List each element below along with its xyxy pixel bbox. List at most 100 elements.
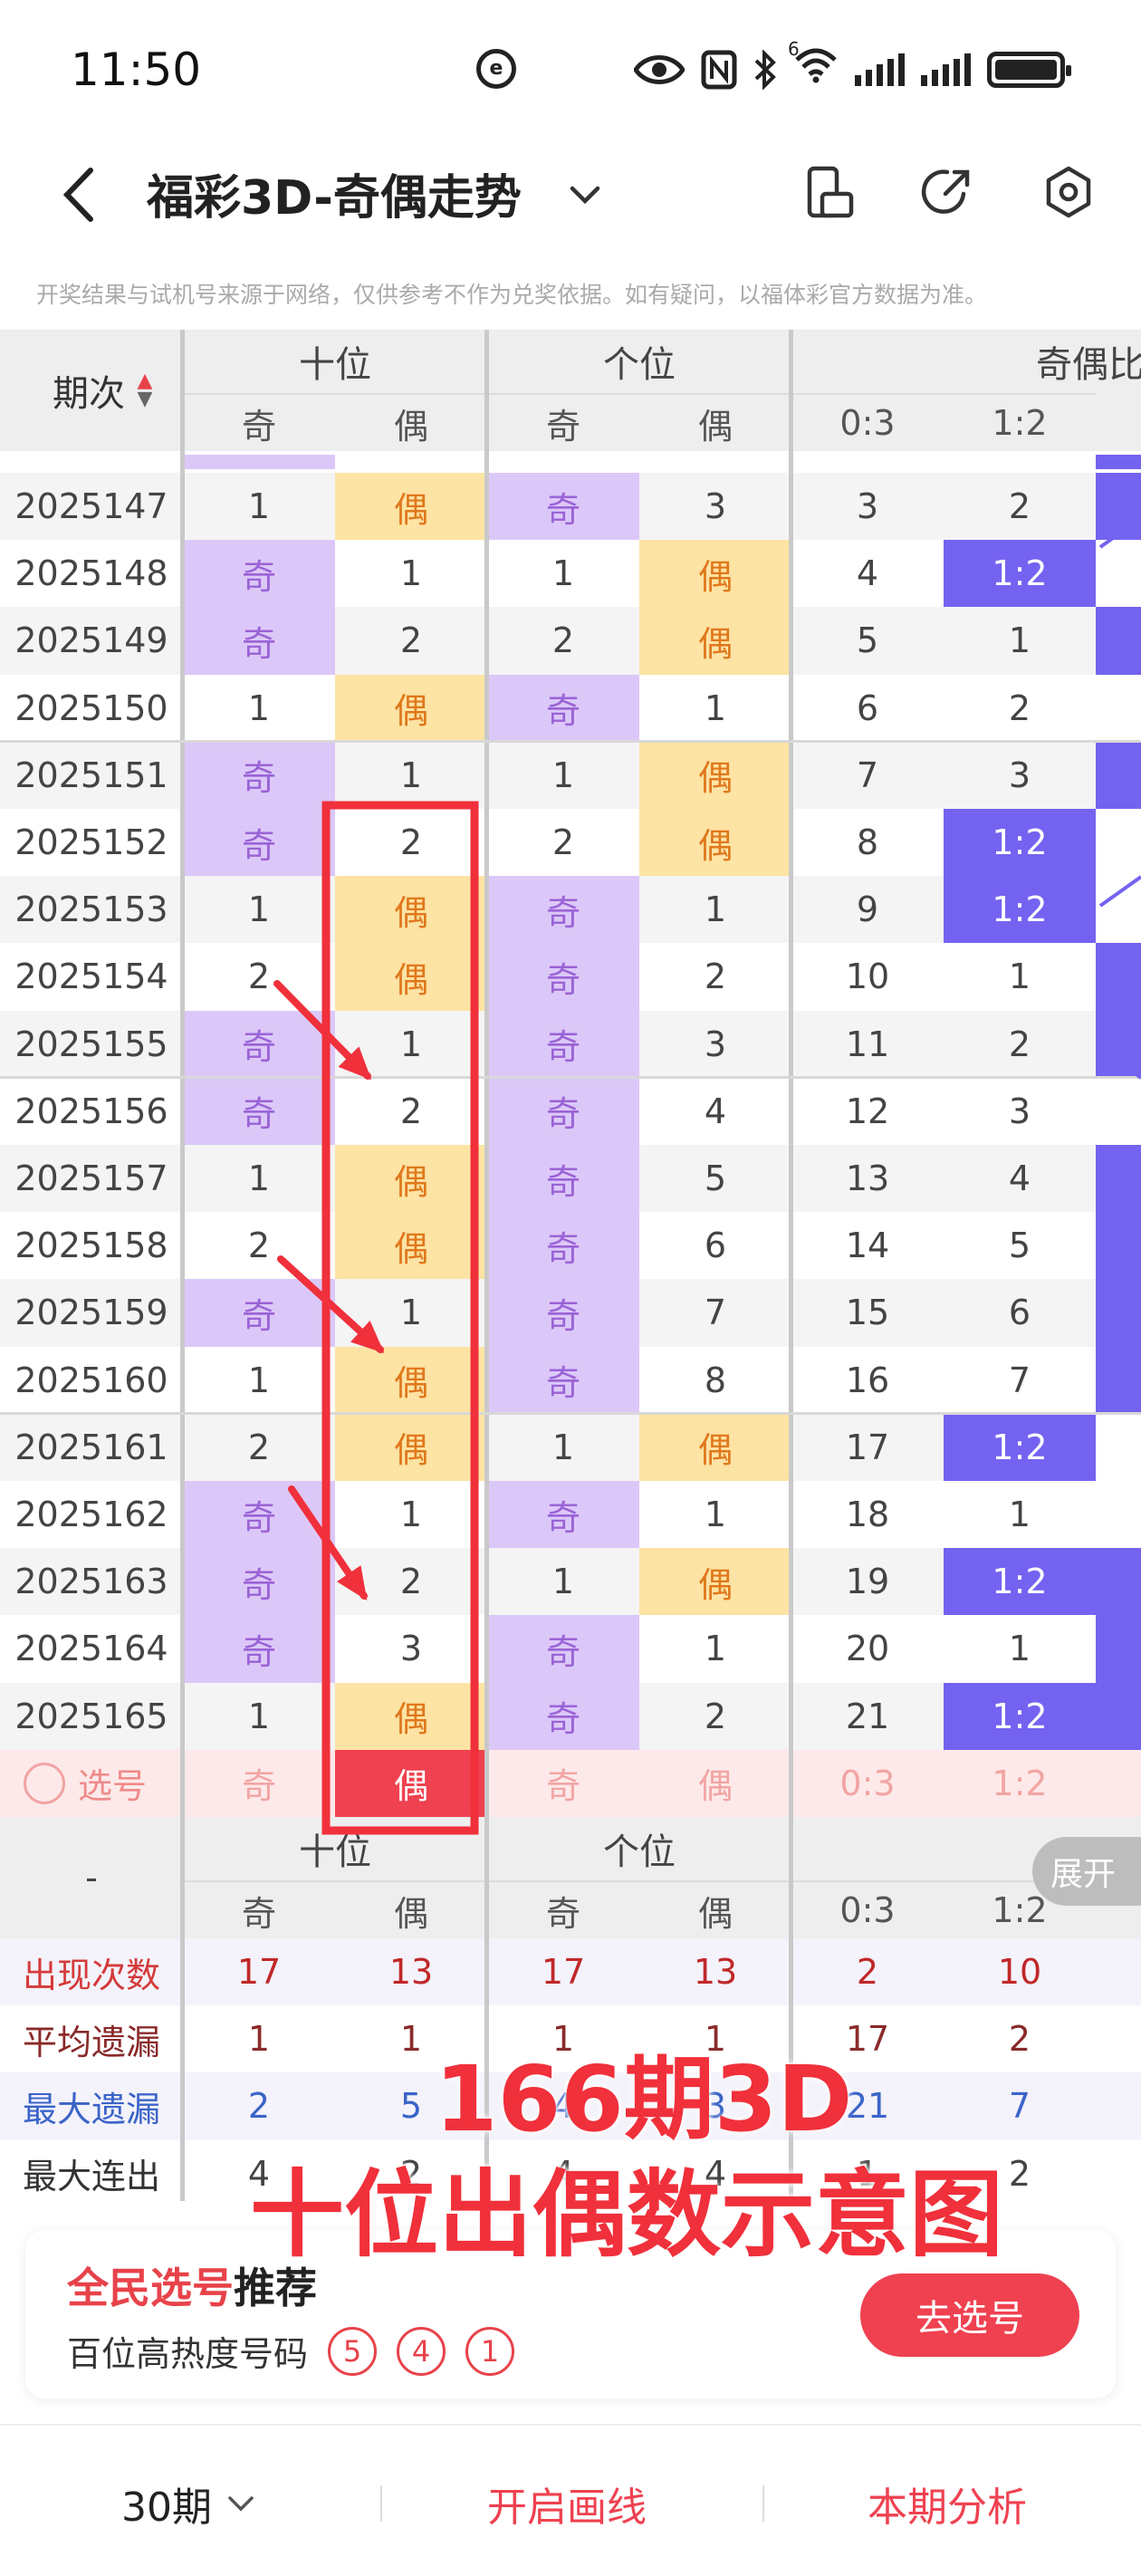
table-cell[interactable]: 8 (791, 809, 944, 876)
table-cell[interactable]: 7 (791, 742, 944, 809)
table-cell[interactable]: 奇 (487, 876, 639, 944)
table-cell[interactable]: 偶 (639, 607, 791, 675)
table-cell[interactable]: 6 (944, 1279, 1096, 1346)
table-cell[interactable]: 2 (487, 607, 639, 674)
table-cell[interactable]: 2 (639, 1683, 791, 1750)
table-cell[interactable]: 12 (791, 1078, 944, 1145)
table-cell[interactable]: 2 (183, 1212, 335, 1279)
table-cell[interactable]: 1 (639, 675, 791, 742)
table-cell[interactable]: 4 (791, 540, 944, 607)
period-select[interactable]: 30期 (121, 2475, 257, 2533)
table-cell[interactable]: 偶 (335, 876, 487, 944)
table-cell[interactable]: 奇 (183, 1548, 335, 1616)
select-number-cell[interactable]: 选号 (0, 1750, 183, 1817)
table-cell[interactable]: 1 (487, 1548, 639, 1615)
table-cell[interactable]: 19 (791, 1548, 944, 1615)
table-cell[interactable]: 9 (791, 876, 944, 943)
table-cell[interactable]: 2 (335, 1548, 487, 1615)
select-option-cell[interactable]: 偶 (639, 1750, 791, 1817)
table-cell[interactable]: 奇 (487, 1346, 639, 1414)
table-cell[interactable]: 奇 (487, 1615, 639, 1683)
back-icon[interactable] (53, 163, 107, 226)
table-cell[interactable]: 偶 (639, 540, 791, 608)
table-cell[interactable]: 奇 (183, 741, 335, 809)
table-cell[interactable]: 偶 (639, 809, 791, 877)
table-cell[interactable]: 6 (639, 1212, 791, 1279)
select-option-cell[interactable]: 1:2 (944, 1750, 1096, 1817)
table-cell[interactable]: 奇 (183, 1010, 335, 1078)
table-cell[interactable]: 1 (944, 607, 1096, 674)
table-cell[interactable]: 1 (183, 876, 335, 943)
table-cell[interactable]: 21 (791, 1683, 944, 1750)
table-cell[interactable]: 偶 (335, 1145, 487, 1213)
table-cell[interactable]: 奇 (487, 473, 639, 541)
table-cell[interactable]: 1 (944, 943, 1096, 1010)
table-cell[interactable]: 3 (639, 1011, 791, 1078)
table-cell[interactable]: 20 (791, 1615, 944, 1682)
table-cell[interactable]: 奇 (487, 1481, 639, 1549)
table-cell[interactable]: 奇 (183, 1279, 335, 1347)
table-cell[interactable]: 2 (944, 675, 1096, 742)
period-analysis-button[interactable]: 本期分析 (868, 2475, 1027, 2533)
table-cell[interactable]: 13 (791, 1145, 944, 1212)
table-cell[interactable]: 1 (639, 1481, 791, 1548)
table-cell[interactable]: 3 (944, 1078, 1096, 1145)
table-cell[interactable]: 5 (639, 1145, 791, 1212)
table-cell[interactable]: 偶 (335, 1346, 487, 1414)
table-cell[interactable]: 2 (335, 607, 487, 674)
table-cell[interactable]: 奇 (487, 1077, 639, 1145)
table-cell[interactable]: 5 (791, 607, 944, 674)
table-cell[interactable]: 1 (944, 1481, 1096, 1548)
table-cell[interactable]: 偶 (335, 674, 487, 742)
table-cell[interactable]: 1:2 (944, 1548, 1096, 1616)
table-cell[interactable]: 2 (183, 1414, 335, 1481)
table-cell[interactable]: 奇 (183, 1077, 335, 1145)
table-cell[interactable]: 1 (335, 1481, 487, 1548)
table-cell[interactable]: 偶 (335, 473, 487, 541)
table-cell[interactable]: 3 (335, 1615, 487, 1682)
table-cell[interactable]: 奇 (487, 1212, 639, 1280)
radio-circle-icon[interactable] (24, 1762, 65, 1804)
table-cell[interactable]: 7 (639, 1279, 791, 1346)
table-cell[interactable]: 1 (183, 1145, 335, 1212)
table-cell[interactable]: 6 (791, 675, 944, 742)
table-cell[interactable]: 14 (791, 1212, 944, 1279)
table-cell[interactable]: 1 (944, 1615, 1096, 1682)
table-cell[interactable]: 偶 (639, 741, 791, 809)
trend-table[interactable]: 期次 ▲ ▼ 十位 个位 奇偶比奇偶奇偶 0:3 1:2 2025147 1 偶奇 3 3 2 202514… (0, 330, 1141, 2201)
table-cell[interactable]: 1 (183, 675, 335, 742)
table-cell[interactable]: 1 (487, 742, 639, 809)
table-cell[interactable]: 5 (944, 1212, 1096, 1279)
table-cell[interactable]: 16 (791, 1347, 944, 1414)
table-cell[interactable]: 1 (183, 473, 335, 540)
settings-icon[interactable] (1040, 163, 1098, 221)
table-cell[interactable]: 偶 (335, 1413, 487, 1481)
table-cell[interactable]: 15 (791, 1279, 944, 1346)
table-cell[interactable]: 18 (791, 1481, 944, 1548)
table-cell[interactable]: 奇 (487, 1682, 639, 1750)
table-cell[interactable]: 1:2 (944, 809, 1096, 877)
chevron-down-icon[interactable] (565, 176, 605, 212)
table-cell[interactable]: 1 (639, 1615, 791, 1682)
table-cell[interactable]: 奇 (487, 1010, 639, 1078)
table-cell[interactable]: 11 (791, 1011, 944, 1078)
table-cell[interactable]: 1 (335, 742, 487, 809)
table-cell[interactable]: 3 (791, 473, 944, 540)
table-cell[interactable]: 1 (183, 1683, 335, 1750)
table-cell[interactable]: 偶 (335, 943, 487, 1011)
table-cell[interactable]: 奇 (183, 809, 335, 877)
table-cell[interactable]: 奇 (183, 607, 335, 675)
table-cell[interactable]: 2 (487, 809, 639, 876)
phone-landscape-icon[interactable] (801, 163, 858, 221)
select-option-cell[interactable]: 奇 (183, 1750, 335, 1817)
table-cell[interactable]: 2 (944, 473, 1096, 540)
table-cell[interactable]: 2 (183, 943, 335, 1010)
table-cell[interactable]: 3 (944, 742, 1096, 809)
table-cell[interactable]: 1 (183, 1347, 335, 1414)
table-cell[interactable]: 1:2 (944, 1682, 1096, 1750)
select-option-cell[interactable]: 奇 (487, 1750, 639, 1817)
select-option-cell[interactable]: 0:3 (791, 1750, 944, 1817)
sort-icon[interactable]: ▲ ▼ (134, 370, 156, 411)
table-cell[interactable]: 偶 (335, 1212, 487, 1280)
table-cell[interactable]: 17 (791, 1414, 944, 1481)
